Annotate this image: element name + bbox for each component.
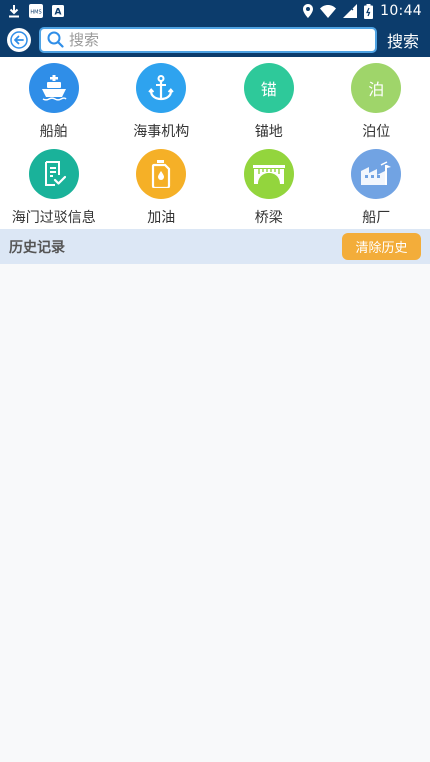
a-app-text: A (55, 8, 62, 18)
anchorage-icon: 锚 (243, 63, 294, 113)
history-list (0, 264, 430, 762)
category-label: 海事机构 (133, 124, 190, 140)
category-label: 桥梁 (254, 210, 283, 226)
document-check-icon (28, 149, 79, 199)
category-label: 船舶 (39, 124, 68, 140)
search-box[interactable] (39, 26, 377, 53)
category-berth[interactable]: 泊 泊位 (323, 57, 430, 143)
category-shipyard[interactable]: 船厂 (323, 143, 430, 229)
category-anchorage[interactable]: 锚 锚地 (215, 57, 323, 143)
clear-history-button[interactable]: 清除历史 (342, 233, 421, 260)
category-grid: 船舶 海事机构 锚 锚地 泊 泊位 海门过驳信息 加油 桥梁 船厂 (0, 57, 430, 229)
category-maritime-agency[interactable]: 海事机构 (108, 57, 216, 143)
fuel-can-icon (136, 149, 187, 199)
location-icon (303, 4, 314, 18)
shipyard-icon (351, 149, 402, 199)
berth-icon: 泊 (351, 63, 402, 113)
download-icon (8, 4, 20, 18)
wifi-icon (320, 4, 337, 18)
search-input[interactable] (69, 29, 375, 50)
category-refuel[interactable]: 加油 (108, 143, 216, 229)
search-button[interactable]: 搜索 (387, 28, 419, 52)
back-button[interactable] (7, 27, 31, 52)
category-label: 船厂 (362, 210, 391, 226)
signal-icon (343, 4, 358, 18)
category-label: 加油 (147, 210, 176, 226)
bridge-icon (243, 149, 294, 199)
hms-app-text: HMS (30, 10, 41, 16)
status-time: 10:44 (380, 3, 422, 19)
category-bridge[interactable]: 桥梁 (215, 143, 323, 229)
search-icon (47, 31, 64, 48)
arrow-left-icon (10, 30, 28, 49)
hms-app-icon: HMS (29, 4, 43, 18)
category-label: 锚地 (254, 124, 283, 140)
history-bar: 历史记录 清除历史 (0, 229, 430, 264)
status-bar: HMS A 10:44 (0, 0, 430, 22)
ship-icon (28, 63, 79, 113)
category-ship[interactable]: 船舶 (0, 57, 108, 143)
search-header: 搜索 (0, 22, 430, 57)
anchor-icon (136, 63, 187, 113)
history-title: 历史记录 (9, 239, 65, 256)
a-app-icon: A (52, 5, 64, 17)
category-label: 海门过驳信息 (11, 210, 96, 226)
battery-icon (364, 3, 374, 19)
category-transfer-info[interactable]: 海门过驳信息 (0, 143, 108, 229)
category-label: 泊位 (362, 124, 391, 140)
